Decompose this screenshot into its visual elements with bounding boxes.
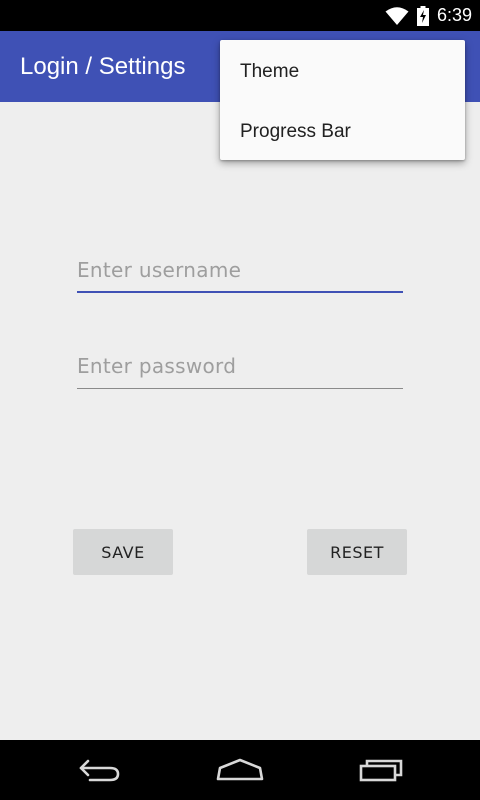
wifi-icon — [385, 6, 409, 25]
status-bar: 6:39 — [0, 0, 480, 31]
password-underline — [77, 388, 403, 389]
menu-item-progress-bar[interactable]: Progress Bar — [220, 102, 465, 162]
home-icon — [216, 758, 264, 781]
username-input[interactable] — [77, 253, 403, 293]
username-underline — [77, 291, 403, 293]
save-button[interactable]: SAVE — [73, 529, 173, 575]
back-icon — [79, 759, 120, 782]
nav-recents-button[interactable] — [341, 740, 421, 800]
nav-home-button[interactable] — [200, 740, 280, 800]
battery-charging-icon — [416, 5, 429, 26]
nav-back-button[interactable] — [60, 740, 140, 800]
password-field-container — [77, 349, 403, 389]
navigation-bar — [0, 740, 480, 800]
app-title: Login / Settings — [20, 53, 186, 80]
menu-item-theme[interactable]: Theme — [220, 42, 465, 102]
status-clock: 6:39 — [436, 5, 472, 25]
password-input[interactable] — [77, 349, 403, 389]
recents-icon — [359, 759, 403, 782]
overflow-menu: Theme Progress Bar — [220, 40, 465, 160]
username-field-container — [77, 253, 403, 293]
screen: 6:39 Login / Settings Theme Progress Bar… — [0, 0, 480, 800]
reset-button[interactable]: RESET — [307, 529, 407, 575]
